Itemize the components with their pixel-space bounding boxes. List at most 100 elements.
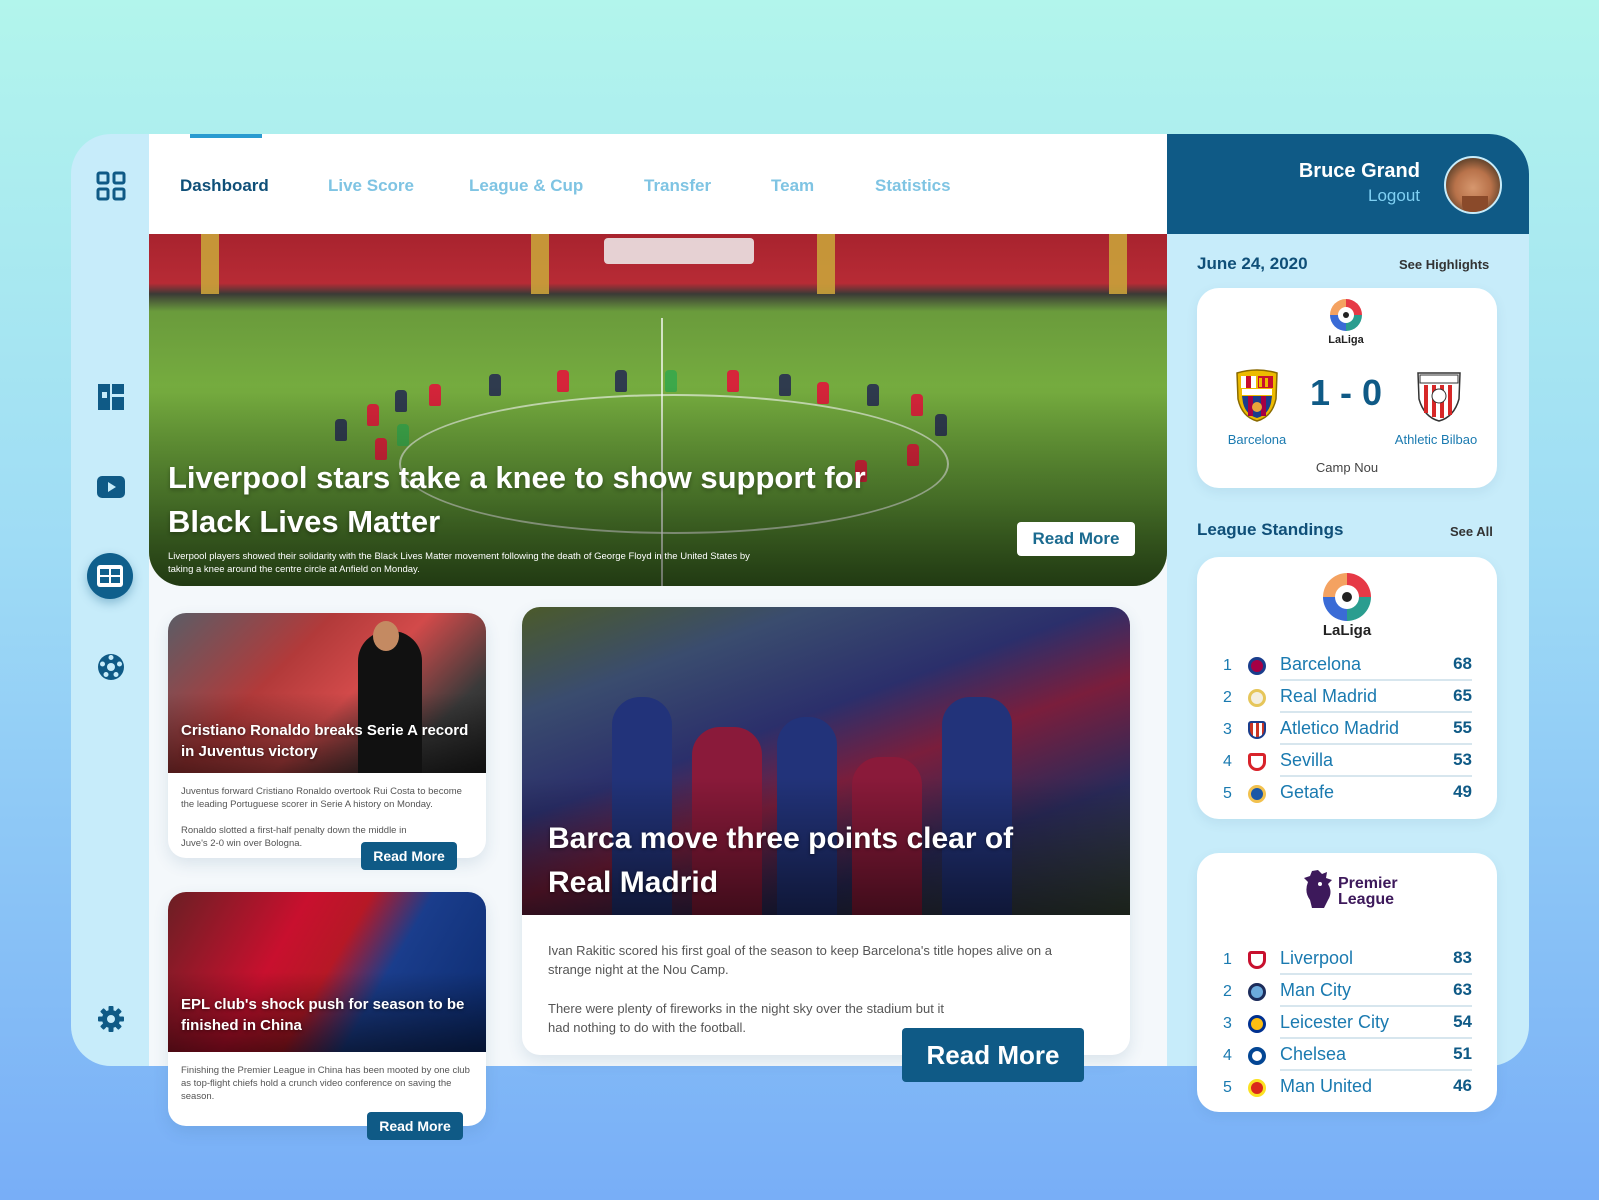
leicester-city-crest-icon bbox=[1248, 1015, 1266, 1033]
hero-read-more-button[interactable]: Read More bbox=[1017, 522, 1135, 556]
laliga-logo-text: LaLiga bbox=[1328, 334, 1364, 346]
league-standings-title: League Standings bbox=[1197, 520, 1344, 539]
card-title: Cristiano Ronaldo breaks Serie A record … bbox=[181, 722, 469, 760]
man-city-crest-icon bbox=[1248, 983, 1266, 1001]
football-icon[interactable] bbox=[89, 645, 133, 689]
team-points: 51 bbox=[1453, 1044, 1472, 1063]
atletico-madrid-crest-icon bbox=[1248, 721, 1266, 739]
liverpool-crest-icon bbox=[1248, 951, 1266, 969]
rank: 2 bbox=[1223, 689, 1232, 706]
team-name: Man United bbox=[1280, 1076, 1373, 1096]
team-name: Barcelona bbox=[1280, 654, 1362, 674]
sevilla-crest-icon bbox=[1248, 753, 1266, 771]
laliga-standings-row[interactable]: 4 Sevilla 53 bbox=[1218, 745, 1472, 777]
feature-title: Barca move three points clear of Real Ma… bbox=[548, 822, 1014, 899]
barcelona-crest-icon bbox=[1248, 657, 1266, 675]
premier-standings-row[interactable]: 1 Liverpool 83 bbox=[1218, 943, 1472, 975]
away-team-name: Athletic Bilbao bbox=[1394, 432, 1478, 447]
nav-live-score[interactable]: Live Score bbox=[328, 176, 414, 196]
news-card-ronaldo[interactable]: Cristiano Ronaldo breaks Serie A record … bbox=[168, 613, 486, 858]
team-name: Chelsea bbox=[1280, 1044, 1347, 1064]
settings-gear-icon[interactable] bbox=[89, 997, 133, 1041]
team-name: Getafe bbox=[1280, 782, 1335, 802]
rank: 2 bbox=[1223, 983, 1232, 1000]
barcelona-crest-icon bbox=[1232, 369, 1282, 423]
feature-body: Ivan Rakitic scored his first goal of th… bbox=[548, 943, 1052, 977]
feature-body-2: There were plenty of fireworks in the ni… bbox=[548, 1001, 944, 1035]
card-title: EPL club's shock push for season to be f… bbox=[181, 996, 465, 1034]
nav-transfer[interactable]: Transfer bbox=[644, 176, 711, 196]
ronaldo-read-more-button[interactable]: Read More bbox=[361, 842, 457, 870]
man-united-crest-icon bbox=[1248, 1079, 1266, 1097]
match-date: June 24, 2020 bbox=[1197, 254, 1308, 273]
feature-article[interactable]: Barca move three points clear of Real Ma… bbox=[522, 607, 1130, 1055]
hero-subtitle: Liverpool players showed their solidarit… bbox=[168, 551, 750, 575]
premier-standings-row[interactable]: 2 Man City 63 bbox=[1218, 975, 1472, 1007]
real-madrid-crest-icon bbox=[1248, 689, 1266, 707]
laliga-standings-row[interactable]: 2 Real Madrid 65 bbox=[1218, 681, 1472, 713]
see-all-link[interactable]: See All bbox=[1450, 524, 1493, 539]
logout-link[interactable]: Logout bbox=[1330, 186, 1420, 206]
match-score: 1 - 0 bbox=[1309, 372, 1383, 413]
laliga-logo-icon bbox=[1329, 298, 1363, 332]
laliga-logo-label: LaLiga bbox=[1322, 622, 1372, 639]
team-points: 55 bbox=[1453, 718, 1472, 737]
team-points: 68 bbox=[1453, 654, 1472, 673]
getafe-crest-icon bbox=[1248, 785, 1266, 803]
hero-title: Liverpool stars take a knee to show supp… bbox=[168, 460, 866, 539]
dashboard-icon[interactable] bbox=[89, 375, 133, 419]
card-body: Finishing the Premier League in China ha… bbox=[181, 1065, 470, 1102]
team-points: 46 bbox=[1453, 1076, 1472, 1095]
rank: 1 bbox=[1223, 657, 1232, 674]
rank: 5 bbox=[1223, 1079, 1232, 1096]
premier-league-lion-icon bbox=[1300, 868, 1336, 910]
laliga-standings-row[interactable]: 1 Barcelona 68 bbox=[1218, 649, 1472, 681]
team-name: Sevilla bbox=[1280, 750, 1334, 770]
video-icon[interactable] bbox=[89, 465, 133, 509]
table-icon[interactable] bbox=[87, 553, 133, 599]
premier-league-logo-text: Premier League bbox=[1338, 875, 1398, 908]
match-venue: Camp Nou bbox=[1315, 460, 1379, 475]
nav-team[interactable]: Team bbox=[771, 176, 814, 196]
grid-menu-icon[interactable] bbox=[89, 164, 133, 208]
premier-standings-row[interactable]: 3 Leicester City 54 bbox=[1218, 1007, 1472, 1039]
rank: 3 bbox=[1223, 721, 1232, 738]
avatar[interactable] bbox=[1444, 156, 1502, 214]
team-points: 83 bbox=[1453, 948, 1472, 967]
team-name: Atletico Madrid bbox=[1280, 718, 1400, 738]
see-highlights-link[interactable]: See Highlights bbox=[1399, 257, 1489, 272]
team-name: Man City bbox=[1280, 980, 1352, 1000]
team-points: 54 bbox=[1453, 1012, 1472, 1031]
premier-standings-row[interactable]: 5 Man United 46 bbox=[1218, 1071, 1472, 1103]
team-points: 65 bbox=[1453, 686, 1472, 705]
team-name: Liverpool bbox=[1280, 948, 1354, 968]
rank: 1 bbox=[1223, 951, 1232, 968]
laliga-standings-row[interactable]: 5 Getafe 49 bbox=[1218, 777, 1472, 809]
home-team-name: Barcelona bbox=[1227, 432, 1287, 447]
premier-standings-row[interactable]: 4 Chelsea 51 bbox=[1218, 1039, 1472, 1071]
laliga-logo-large-icon bbox=[1322, 572, 1372, 622]
team-points: 49 bbox=[1453, 782, 1472, 801]
team-name: Real Madrid bbox=[1280, 686, 1378, 706]
nav-statistics[interactable]: Statistics bbox=[875, 176, 951, 196]
rank: 4 bbox=[1223, 1047, 1232, 1064]
rank: 5 bbox=[1223, 785, 1232, 802]
user-name: Bruce Grand bbox=[1298, 160, 1420, 182]
chelsea-crest-icon bbox=[1248, 1047, 1266, 1065]
nav-dashboard[interactable]: Dashboard bbox=[180, 176, 269, 196]
rank: 3 bbox=[1223, 1015, 1232, 1032]
nav-active-indicator bbox=[190, 134, 262, 138]
rank: 4 bbox=[1223, 753, 1232, 770]
hero-article: Liverpool stars take a knee to show supp… bbox=[149, 234, 1167, 586]
sidebar bbox=[71, 134, 149, 1066]
epl-read-more-button[interactable]: Read More bbox=[367, 1112, 463, 1140]
nav-league-cup[interactable]: League & Cup bbox=[469, 176, 583, 196]
team-name: Leicester City bbox=[1280, 1012, 1390, 1032]
athletic-bilbao-crest-icon bbox=[1414, 369, 1464, 423]
team-points: 63 bbox=[1453, 980, 1472, 999]
news-card-epl[interactable]: EPL club's shock push for season to be f… bbox=[168, 892, 486, 1126]
team-points: 53 bbox=[1453, 750, 1472, 769]
card-body: Juventus forward Cristiano Ronaldo overt… bbox=[181, 786, 462, 810]
feature-read-more-button[interactable]: Read More bbox=[902, 1028, 1084, 1082]
laliga-standings-row[interactable]: 3 Atletico Madrid 55 bbox=[1218, 713, 1472, 745]
